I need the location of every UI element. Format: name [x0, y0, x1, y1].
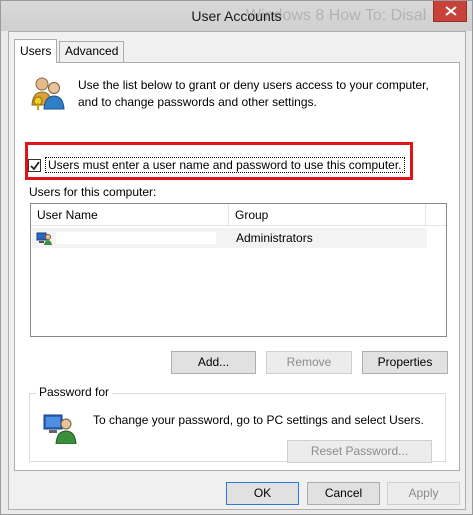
title-bar[interactable]: Windows 8 How To: Disable Login Password… — [1, 1, 472, 31]
require-login-checkbox-label[interactable]: Users must enter a user name and passwor… — [45, 157, 405, 173]
ok-button[interactable]: OK — [226, 482, 299, 505]
remove-button[interactable]: Remove — [266, 351, 352, 374]
intro-text: Use the list below to grant or deny user… — [78, 78, 429, 109]
user-password-icon — [43, 414, 77, 444]
users-list[interactable]: User Name Group Administrators — [30, 203, 447, 337]
require-login-checkbox[interactable] — [28, 159, 41, 172]
user-icon — [36, 232, 52, 245]
close-icon — [445, 6, 457, 16]
window-title: User Accounts — [191, 8, 282, 24]
table-row[interactable]: Administrators — [32, 228, 427, 248]
users-list-label: Users for this computer: — [29, 185, 157, 199]
dialog-body: Users Advanced Use the list below to gra… — [8, 31, 466, 510]
column-user-name[interactable]: User Name — [31, 204, 229, 226]
tab-users[interactable]: Users — [14, 39, 58, 63]
user-accounts-dialog: Windows 8 How To: Disable Login Password… — [0, 0, 473, 515]
tab-advanced[interactable]: Advanced — [59, 41, 125, 63]
cancel-button[interactable]: Cancel — [307, 482, 380, 505]
password-groupbox-legend: Password for — [36, 385, 113, 399]
password-help-text: To change your password, go to PC settin… — [93, 413, 424, 427]
users-tab-panel: Use the list below to grant or deny user… — [14, 62, 460, 471]
properties-button[interactable]: Properties — [362, 351, 448, 374]
column-group[interactable]: Group — [229, 204, 426, 226]
apply-button[interactable]: Apply — [387, 482, 460, 505]
close-button[interactable] — [433, 1, 467, 22]
add-button[interactable]: Add... — [171, 351, 256, 374]
users-icon — [31, 77, 65, 110]
group-cell: Administrators — [236, 231, 313, 245]
user-name-cell — [56, 232, 216, 244]
checkmark-icon — [30, 161, 40, 171]
reset-password-button[interactable]: Reset Password... — [287, 440, 432, 463]
users-list-header: User Name Group — [31, 204, 446, 226]
